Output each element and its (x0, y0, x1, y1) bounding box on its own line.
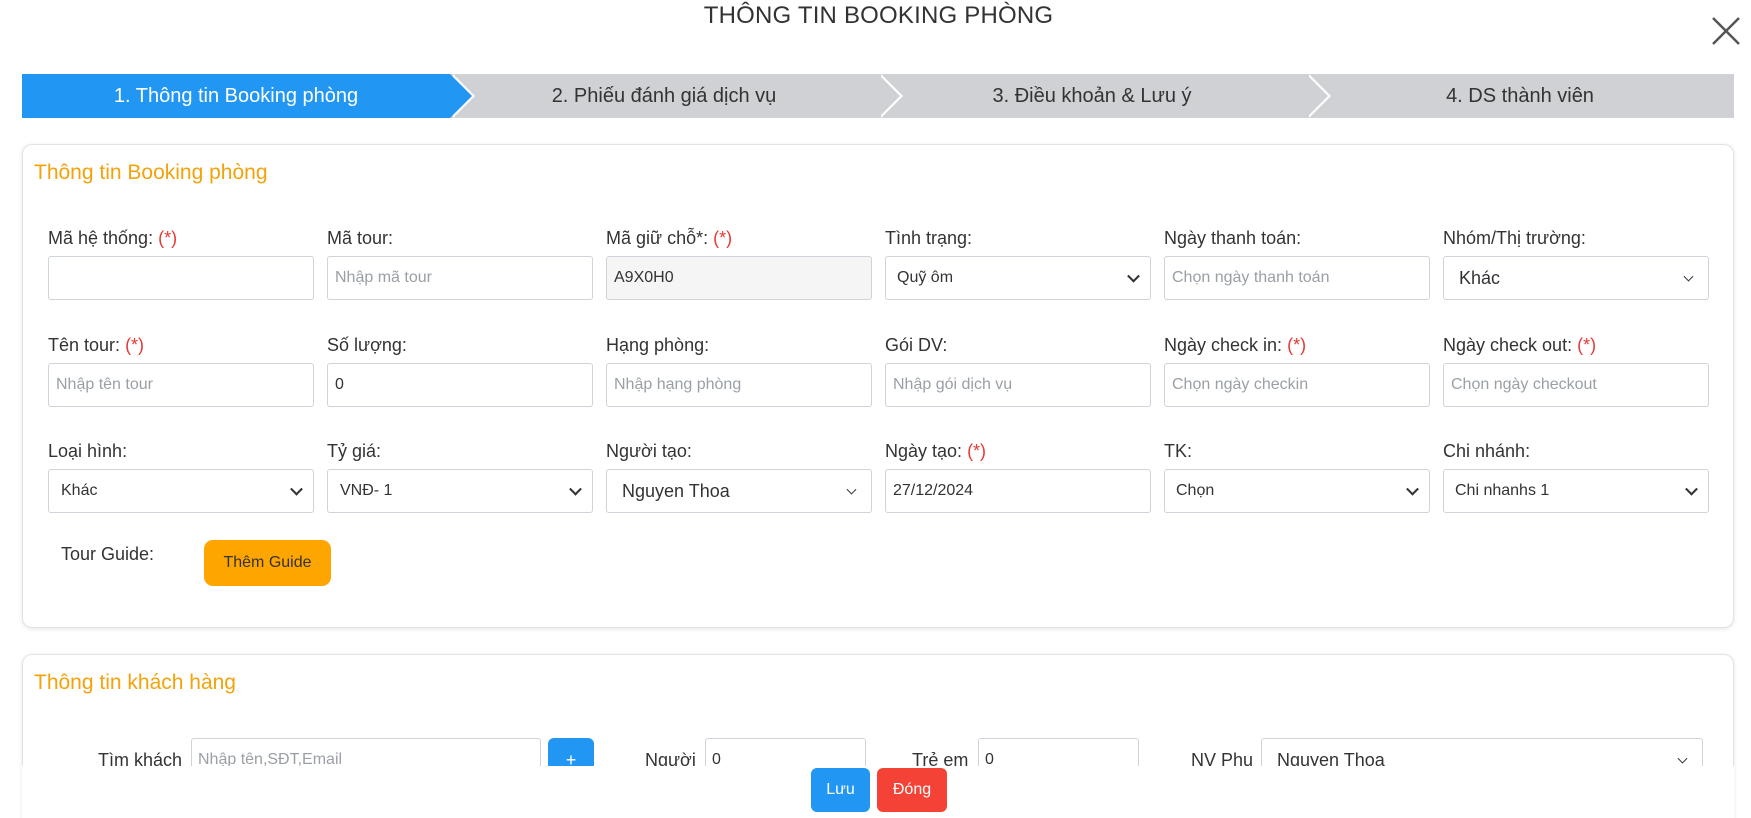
step-member-list[interactable]: 4. DS thành viên (1306, 74, 1734, 118)
field-branch: Chi nhánh: Chi nhanhs 1 (1443, 441, 1709, 513)
required-mark: (*) (1287, 335, 1307, 355)
exchange-rate-select[interactable]: VNĐ- 1 (327, 469, 593, 513)
select-value: Khác (61, 482, 98, 499)
field-label: Ngày tạo: (885, 441, 963, 461)
check-out-input[interactable]: Chọn ngày checkout (1443, 363, 1709, 407)
step-label: 3. Điều khoản & Lưu ý (992, 84, 1192, 107)
close-icon[interactable] (1709, 14, 1743, 48)
chevron-down-icon (290, 482, 303, 496)
required-mark: (*) (967, 441, 987, 461)
select-value: Khác (1459, 267, 1501, 288)
quantity-input[interactable]: 0 (327, 363, 593, 407)
field-status: Tình trạng: Quỹ ôm (885, 228, 1151, 300)
select-value: Quỹ ôm (897, 269, 954, 286)
status-select[interactable]: Quỹ ôm (885, 256, 1151, 300)
step-label: 2. Phiếu đánh giá dịch vụ (551, 84, 777, 107)
save-button[interactable]: Lưu (811, 768, 870, 812)
field-label: Số lượng: (327, 335, 407, 355)
type-select[interactable]: Khác (48, 469, 314, 513)
section-title: Thông tin Booking phòng (34, 161, 268, 184)
field-label: Gói DV: (885, 335, 948, 355)
field-created-date: Ngày tạo: (*) 27/12/2024 (885, 441, 1151, 513)
market-group-select[interactable]: Khác (1443, 256, 1709, 300)
field-type: Loại hình: Khác (48, 441, 314, 513)
select-value: VNĐ- 1 (340, 482, 393, 499)
field-label: Mã giữ chỗ*: (606, 228, 709, 248)
modal-title: THÔNG TIN BOOKING PHÒNG (703, 2, 1054, 29)
step-label: 4. DS thành viên (1446, 84, 1594, 107)
chevron-down-icon (569, 482, 582, 496)
step-booking-info[interactable]: 1. Thông tin Booking phòng (22, 74, 475, 118)
field-system-code: Mã hệ thống: (*) (48, 228, 314, 300)
field-label: Loại hình: (48, 441, 128, 461)
required-mark: (*) (158, 228, 178, 248)
field-label: Hạng phòng: (606, 335, 710, 355)
field-exchange-rate: Tỷ giá: VNĐ- 1 (327, 441, 593, 513)
field-label: Ngày check in: (1164, 335, 1283, 355)
tour-code-input[interactable]: Nhập mã tour (327, 256, 593, 300)
field-label: Nhóm/Thị trường: (1443, 228, 1586, 248)
field-label: Người tạo: (606, 441, 692, 461)
field-label: Tên tour: (48, 335, 121, 355)
tour-name-input[interactable]: Nhập tên tour (48, 363, 314, 407)
field-market-group: Nhóm/Thị trường: Khác (1443, 228, 1709, 300)
creator-select[interactable]: Nguyen Thoa (606, 469, 872, 513)
field-label: Mã tour: (327, 228, 394, 248)
chevron-down-icon (1683, 271, 1694, 282)
hold-code-input: A9X0H0 (606, 256, 872, 300)
select-value: Nguyen Thoa (622, 480, 730, 501)
field-creator: Người tạo: Nguyen Thoa (606, 441, 872, 513)
field-hold-code: Mã giữ chỗ*: (*) A9X0H0 (606, 228, 872, 300)
required-mark: (*) (1577, 335, 1597, 355)
field-service-package: Gói DV: Nhập gói dịch vụ (885, 335, 1151, 407)
chevron-down-icon (846, 484, 857, 495)
check-in-input[interactable]: Chọn ngày checkin (1164, 363, 1430, 407)
add-guide-button[interactable]: Thêm Guide (204, 540, 331, 586)
created-date-input[interactable]: 27/12/2024 (885, 469, 1151, 513)
chevron-down-icon (1127, 269, 1140, 283)
step-service-review[interactable]: 2. Phiếu đánh giá dịch vụ (450, 74, 903, 118)
field-label: Ngày check out: (1443, 335, 1573, 355)
field-quantity: Số lượng: 0 (327, 335, 593, 407)
field-label: TK: (1164, 441, 1193, 461)
field-label: Tỷ giá: (327, 441, 382, 461)
system-code-input[interactable] (48, 256, 314, 300)
close-button[interactable]: Đóng (877, 768, 947, 812)
field-payment-date: Ngày thanh toán: Chọn ngày thanh toán (1164, 228, 1430, 300)
field-label: Ngày thanh toán: (1164, 228, 1302, 248)
field-tour-code: Mã tour: Nhập mã tour (327, 228, 593, 300)
chevron-down-icon (1677, 753, 1688, 764)
field-check-out: Ngày check out: (*) Chọn ngày checkout (1443, 335, 1709, 407)
select-value: Chọn (1176, 482, 1215, 499)
account-select[interactable]: Chọn (1164, 469, 1430, 513)
branch-select[interactable]: Chi nhanhs 1 (1443, 469, 1709, 513)
required-mark: (*) (125, 335, 145, 355)
room-class-input[interactable]: Nhập hạng phòng (606, 363, 872, 407)
field-label: Mã hệ thống: (48, 228, 154, 248)
step-label: 1. Thông tin Booking phòng (113, 84, 359, 107)
payment-date-input[interactable]: Chọn ngày thanh toán (1164, 256, 1430, 300)
step-terms-notes[interactable]: 3. Điều khoản & Lưu ý (878, 74, 1331, 118)
field-check-in: Ngày check in: (*) Chọn ngày checkin (1164, 335, 1430, 407)
wizard-steps: 1. Thông tin Booking phòng 2. Phiếu đánh… (22, 74, 1734, 118)
field-label: Tình trạng: (885, 228, 973, 248)
field-tour-name: Tên tour: (*) Nhập tên tour (48, 335, 314, 407)
chevron-down-icon (1406, 482, 1419, 496)
section-title: Thông tin khách hàng (34, 671, 236, 694)
field-room-class: Hạng phòng: Nhập hạng phòng (606, 335, 872, 407)
required-mark: (*) (713, 228, 733, 248)
tour-guide-label: Tour Guide: (61, 544, 155, 564)
select-value: Chi nhanhs 1 (1455, 482, 1550, 499)
chevron-down-icon (1685, 482, 1698, 496)
field-label: Chi nhánh: (1443, 441, 1531, 461)
service-package-input[interactable]: Nhập gói dịch vụ (885, 363, 1151, 407)
field-account: TK: Chọn (1164, 441, 1430, 513)
